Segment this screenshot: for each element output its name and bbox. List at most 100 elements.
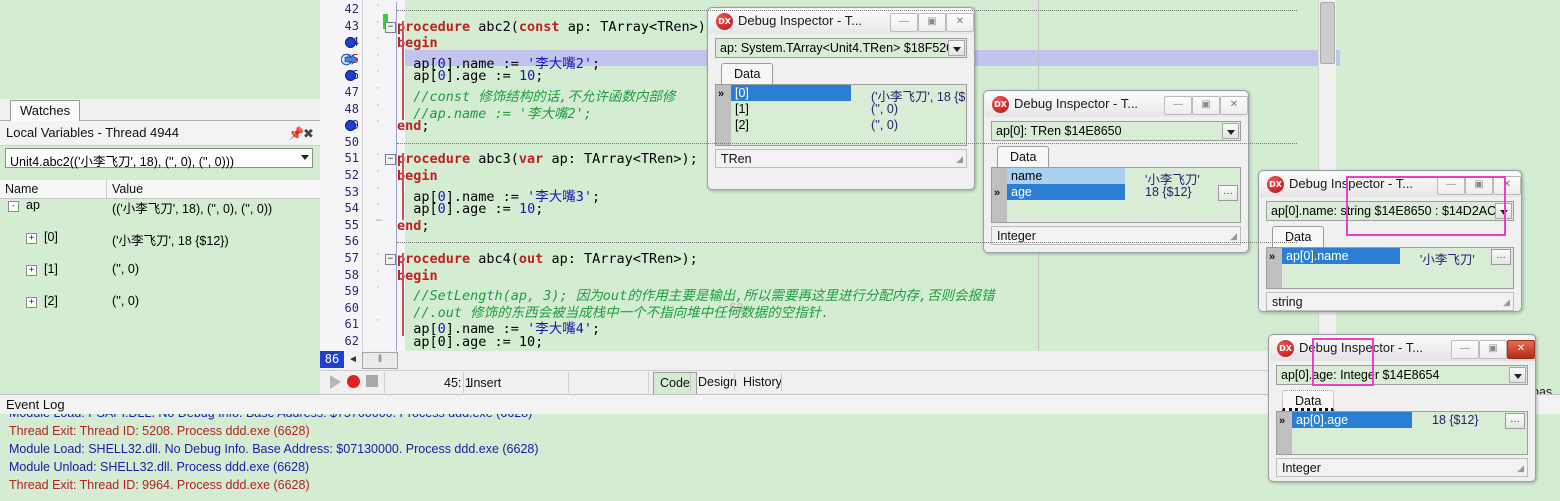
table-row[interactable]: - ap (('小李飞刀', 18), ('', 0), ('', 0)) (0, 198, 320, 216)
resize-grip-icon[interactable]: ◢ (1230, 231, 1237, 242)
debug-inspector-window[interactable]: DX Debug Inspector - T... — ▣ ✕ ap: System.TA… (707, 7, 975, 190)
expand-toggle-icon[interactable]: + (26, 297, 37, 308)
minimize-button[interactable]: — (1164, 96, 1192, 115)
close-icon[interactable]: ✖ (303, 127, 314, 140)
line-number: 43 (344, 18, 359, 33)
gutter-dash-icon: · (376, 0, 380, 11)
row-name: [0] (44, 230, 58, 244)
tab-data[interactable]: Data (721, 63, 774, 84)
line-number: 54 (344, 201, 359, 216)
row-name: [0] (735, 86, 749, 100)
ellipsis-button[interactable]: … (1505, 413, 1525, 429)
code-token: ; (421, 217, 430, 234)
gutter-dash-icon: – (376, 213, 383, 226)
annotation-rectangle (1312, 338, 1374, 386)
chevron-down-icon[interactable] (948, 40, 965, 56)
grid-row[interactable]: [1] ('', 0) (731, 101, 966, 117)
variables-column-headers (0, 180, 320, 199)
code-token: abc2( (478, 18, 519, 35)
code-token: end (397, 118, 422, 135)
code-token: abc3( (478, 151, 519, 168)
table-row[interactable]: + [1] ('', 0) (0, 262, 320, 278)
debug-inspector-window[interactable]: DX Debug Inspector - T... — ▣ ✕ ap[0]: TRen $… (983, 90, 1249, 253)
address-combobox[interactable]: ap[0]: TRen $14E8650 (991, 121, 1241, 141)
line-number: 42 (344, 2, 359, 16)
fold-collapse-icon[interactable]: − (385, 154, 396, 166)
tab-divider (734, 373, 735, 391)
grid-row[interactable]: [0]('小李飞刀', 18 {$12}) (731, 85, 966, 104)
grid-row[interactable]: name '小李飞刀' (1007, 168, 1240, 187)
expand-toggle-icon[interactable]: + (26, 265, 37, 276)
tab-data[interactable]: Data (1272, 226, 1325, 247)
table-row[interactable]: + [0] ('小李飞刀', 18 {$12}) (0, 230, 320, 248)
row-name: ap[0].name (1286, 249, 1349, 263)
record-circle-icon[interactable] (347, 375, 360, 388)
row-value: '小李飞刀' (1420, 253, 1475, 267)
code-token: ].age := (445, 201, 519, 218)
indent-guide (402, 253, 404, 336)
tab-design[interactable]: Design (692, 372, 743, 396)
debug-inspector-window[interactable]: DX Debug Inspector - T... — ▣ ✕ ap[0].age: In… (1268, 334, 1536, 482)
fold-collapse-icon[interactable]: − (385, 254, 396, 265)
ellipsis-button[interactable]: … (1218, 185, 1238, 201)
ellipsis-button[interactable]: … (1491, 249, 1511, 265)
close-button[interactable]: ✕ (946, 13, 974, 32)
tab-watches[interactable]: Watches (10, 100, 81, 123)
table-row[interactable]: + [2] ('', 0) (0, 294, 320, 310)
minimize-button[interactable]: — (890, 13, 918, 32)
row-value: ('', 0) (871, 118, 898, 132)
grid-row[interactable]: ap[0].age 18 {$12}… (1292, 412, 1527, 429)
resize-grip-icon[interactable]: ◢ (1517, 463, 1524, 474)
stop-square-icon[interactable] (366, 375, 378, 387)
expand-toggle-icon[interactable]: + (26, 233, 37, 244)
line-number: 61 (344, 317, 359, 332)
minimize-button[interactable]: — (1451, 340, 1479, 359)
window-title-bar[interactable]: DX Debug Inspector - T... — ▣ ✕ (709, 9, 974, 34)
data-grid[interactable]: » ap[0].name '小李飞刀'… (1266, 247, 1514, 289)
window-title-bar[interactable]: DX Debug Inspector - T... — ▣ ✕ (985, 92, 1248, 117)
grid-row[interactable]: [2] ('', 0) (731, 117, 966, 133)
list-item: Module Load: SHELL32.dll. No Debug Info.… (9, 442, 539, 456)
close-button[interactable]: ✕ (1507, 340, 1535, 359)
maximize-button[interactable]: ▣ (1479, 340, 1507, 359)
run-triangle-icon[interactable] (330, 375, 341, 389)
chevron-down-icon[interactable] (301, 155, 309, 160)
pin-icon[interactable]: 📌 (288, 127, 304, 140)
collapse-toggle-icon[interactable]: - (8, 201, 19, 212)
row-value: 18 {$12} (1145, 185, 1192, 199)
line-indicator-box: 86 (320, 351, 344, 368)
data-grid[interactable]: » [0]('小李飞刀', 18 {$12})[1] ('', 0) [2] ('', … (715, 84, 967, 146)
chevron-down-icon[interactable] (1222, 123, 1239, 139)
current-row-arrow-icon: » (718, 88, 725, 100)
maximize-button[interactable]: ▣ (918, 13, 946, 32)
horizontal-scrollbar-thumb[interactable]: ‖ (362, 352, 398, 369)
tab-data[interactable]: Data (997, 146, 1050, 167)
editor-scrollbar-thumb[interactable] (1320, 2, 1335, 64)
code-line: procedure abc2(const ap: TArray<TRen>) (397, 19, 706, 35)
row-name: [2] (735, 118, 749, 132)
variables-tree[interactable]: - ap (('小李飞刀', 18), ('', 0), ('', 0)) + [0] (… (0, 198, 320, 310)
grid-row[interactable]: age 18 {$12}… (1007, 184, 1240, 201)
maximize-button[interactable]: ▣ (1192, 96, 1220, 115)
resize-grip-icon[interactable]: ◢ (1503, 297, 1510, 308)
grid-row[interactable]: ap[0].name '小李飞刀' … (1282, 248, 1513, 267)
close-button[interactable]: ✕ (1220, 96, 1248, 115)
scroll-left-arrow-icon[interactable]: ◄ (346, 353, 360, 367)
window-title-bar[interactable]: DX Debug Inspector - T... — ▣ ✕ (1270, 336, 1535, 361)
list-item: Module Unload: SHELL32.dll. Process ddd.… (9, 460, 310, 474)
type-footer: TRen ◢ (715, 149, 967, 168)
data-grid[interactable]: » ap[0].age 18 {$12}… (1276, 411, 1528, 455)
fold-collapse-icon[interactable]: − (385, 21, 396, 33)
resize-grip-icon[interactable]: ◢ (956, 154, 963, 165)
code-line: end; (397, 218, 430, 234)
line-number: 48 (344, 101, 359, 116)
window-title: Debug Inspector - T... (738, 13, 863, 28)
callstack-combobox[interactable]: Unit4.abc2(('小李飞刀', 18), ('', 0), ('', 0… (5, 148, 313, 169)
editor-horizontal-scrollbar[interactable] (320, 351, 1340, 370)
address-combobox[interactable]: ap: System.TArray<Unit4.TRen> $18F520 (715, 38, 967, 58)
data-grid[interactable]: name '小李飞刀'» age 18 {$12}… (991, 167, 1241, 223)
tab-data[interactable]: Data (1282, 390, 1335, 411)
tab-divider (690, 373, 691, 391)
row-value: (('小李飞刀', 18), ('', 0), ('', 0)) (112, 202, 273, 216)
chevron-down-icon[interactable] (1509, 367, 1526, 383)
